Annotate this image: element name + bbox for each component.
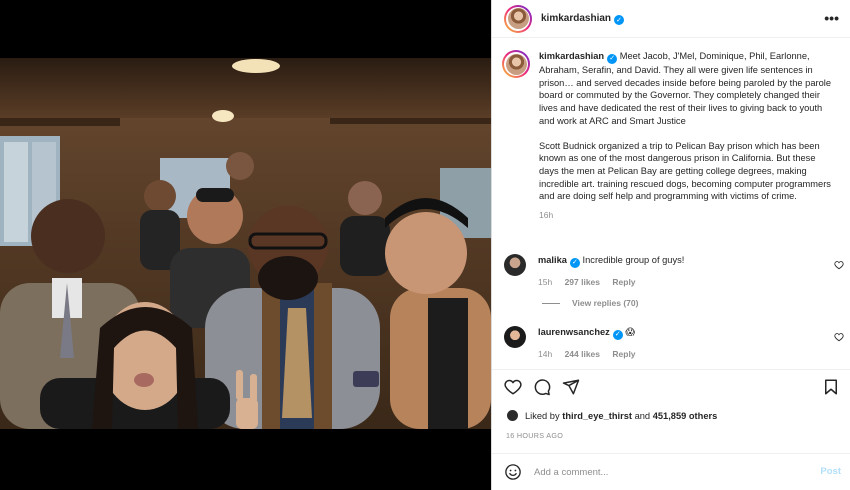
add-comment-bar: Post	[492, 453, 850, 490]
caption-text: Meet Jacob, J'Mel, Dominique, Phil, Earl…	[539, 51, 832, 202]
likes-count[interactable]: 451,859 others	[653, 411, 718, 421]
verified-badge-icon: ✓	[614, 14, 625, 25]
liked-by-line: Liked by third_eye_thirst and 451,859 ot…	[506, 409, 717, 422]
comment-text: 😱	[625, 327, 636, 337]
liked-by-prefix: Liked by	[525, 410, 560, 421]
bookmark-button[interactable]	[822, 378, 840, 396]
verified-badge-icon: ✓	[612, 330, 623, 340]
comment-reply-button[interactable]: Reply	[612, 277, 635, 287]
group-selfie-image	[0, 58, 491, 429]
author-avatar[interactable]	[504, 4, 532, 33]
comment-username[interactable]: malika	[538, 255, 567, 265]
view-replies-button[interactable]: View replies (70)	[542, 298, 638, 308]
comment-like-heart-icon[interactable]	[834, 332, 844, 342]
caption-avatar[interactable]	[502, 50, 530, 78]
author-username[interactable]: kimkardashian ✓	[541, 13, 625, 25]
post-caption: kimkardashian ✓ Meet Jacob, J'Mel, Domini…	[502, 50, 842, 221]
bookmark-icon[interactable]	[822, 378, 840, 396]
heart-icon[interactable]	[504, 378, 522, 396]
comment-likes[interactable]: 297 likes	[565, 277, 600, 287]
comment-input[interactable]	[534, 466, 804, 478]
comment-like-heart-icon[interactable]	[834, 260, 844, 270]
view-replies-label[interactable]: View replies (70)	[572, 298, 638, 308]
liked-by-user[interactable]: third_eye_thirst	[562, 411, 632, 421]
comment-item: malika ✓ Incredible group of guys! 15h 29…	[504, 254, 844, 288]
post-timestamp[interactable]: 16 HOURS AGO	[506, 431, 563, 440]
comment-icon[interactable]	[533, 378, 551, 396]
verified-badge-icon: ✓	[607, 54, 618, 65]
post-photo[interactable]	[0, 58, 491, 429]
share-icon[interactable]	[562, 378, 580, 396]
actions-divider	[492, 369, 850, 370]
liked-by-avatar[interactable]	[506, 409, 519, 422]
replies-divider	[542, 302, 560, 304]
post-details-panel: kimkardashian ✓ ••• kimkardashian ✓ Meet J…	[491, 0, 850, 490]
comment-text: Incredible group of guys!	[582, 255, 685, 265]
comment-reply-button[interactable]: Reply	[612, 349, 635, 359]
liked-by-middle: and	[634, 410, 651, 421]
commenter-avatar[interactable]	[504, 254, 526, 276]
comment-time: 14h	[538, 349, 553, 359]
post-comment-button[interactable]: Post	[820, 466, 841, 477]
comment-likes[interactable]: 244 likes	[565, 349, 600, 359]
caption-text-block: kimkardashian ✓ Meet Jacob, J'Mel, Domini…	[539, 50, 835, 203]
comment-item: laurenwsanchez ✓ 😱 14h 244 likes Reply	[504, 326, 844, 360]
commenter-avatar[interactable]	[504, 326, 526, 348]
caption-username[interactable]: kimkardashian	[539, 51, 604, 61]
comment-time: 15h	[538, 277, 553, 287]
more-options-icon[interactable]: •••	[824, 10, 839, 26]
post-action-bar	[504, 378, 580, 396]
post-header: kimkardashian ✓ •••	[492, 0, 850, 38]
emoji-icon[interactable]	[504, 463, 522, 481]
caption-timestamp: 16h	[539, 209, 554, 220]
comment-username[interactable]: laurenwsanchez	[538, 327, 610, 337]
verified-badge-icon: ✓	[569, 258, 580, 268]
post-media-pane	[0, 0, 491, 490]
author-username-text[interactable]: kimkardashian	[541, 13, 611, 24]
